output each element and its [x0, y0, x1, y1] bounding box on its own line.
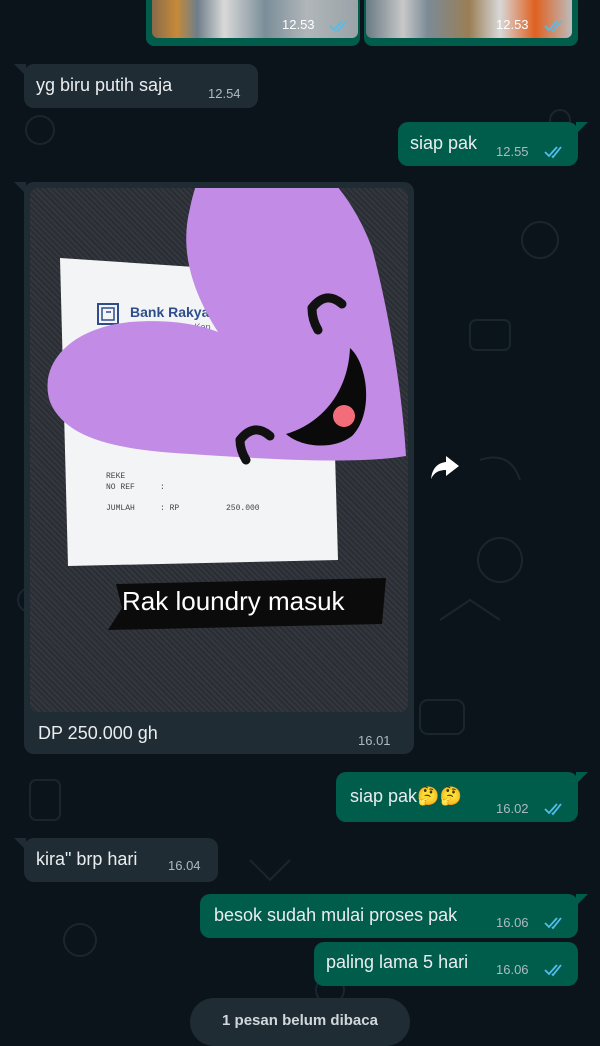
receipt-photo[interactable]: Bank Rakya Mengutamakan Kep REKE NO REF …	[30, 188, 408, 712]
bubble-tail	[576, 894, 588, 906]
message-text: besok sudah mulai proses pak	[214, 905, 458, 925]
message-time: 16.01	[358, 733, 391, 748]
bubble-tail	[14, 182, 26, 194]
message-time: 12.54	[208, 86, 241, 101]
incoming-message[interactable]: kira" brp hari 16.04	[24, 838, 218, 882]
double-check-icon	[544, 146, 562, 159]
double-check-icon	[544, 964, 562, 977]
double-check-icon	[544, 20, 562, 33]
sticker-text: Rak loundry masuk	[122, 586, 345, 616]
message-time: 12.53	[496, 17, 529, 32]
incoming-image-message[interactable]: Bank Rakya Mengutamakan Kep REKE NO REF …	[24, 182, 414, 754]
double-check-icon	[329, 20, 347, 33]
outgoing-message[interactable]: siap pak 12.55	[398, 122, 578, 166]
message-time: 16.06	[496, 962, 529, 977]
message-time: 16.02	[496, 801, 529, 816]
double-check-icon	[544, 803, 562, 816]
message-text: siap pak	[410, 133, 478, 153]
photo-thumbnail	[152, 0, 358, 38]
outgoing-message[interactable]: paling lama 5 hari 16.06	[314, 942, 578, 986]
message-time: 12.53	[282, 17, 315, 32]
bubble-tail	[14, 64, 26, 76]
photo-thumbnail	[366, 0, 572, 38]
message-time: 16.04	[168, 858, 201, 873]
message-time: 16.06	[496, 915, 529, 930]
message-text: paling lama 5 hari	[326, 952, 469, 972]
incoming-message[interactable]: yg biru putih saja 12.54	[24, 64, 258, 108]
message-text: kira" brp hari	[36, 849, 138, 869]
message-time: 12.55	[496, 144, 529, 159]
bubble-tail	[576, 772, 588, 784]
bubble-tail	[14, 838, 26, 850]
unread-messages-banner[interactable]: 1 pesan belum dibaca	[190, 998, 410, 1046]
image-caption: DP 250.000 gh	[38, 723, 158, 743]
bubble-tail	[576, 122, 588, 134]
photo-message-1[interactable]: 12.53	[146, 0, 360, 46]
brush-strip	[108, 578, 386, 630]
double-check-icon	[544, 917, 562, 930]
forward-arrow-icon[interactable]	[428, 452, 462, 482]
photo-message-2[interactable]: 12.53	[364, 0, 578, 46]
outgoing-message[interactable]: siap pak🤔🤔 16.02	[336, 772, 578, 822]
outgoing-message[interactable]: besok sudah mulai proses pak 16.06	[200, 894, 578, 938]
message-text: siap pak🤔🤔	[350, 786, 462, 806]
message-text: yg biru putih saja	[36, 75, 173, 95]
